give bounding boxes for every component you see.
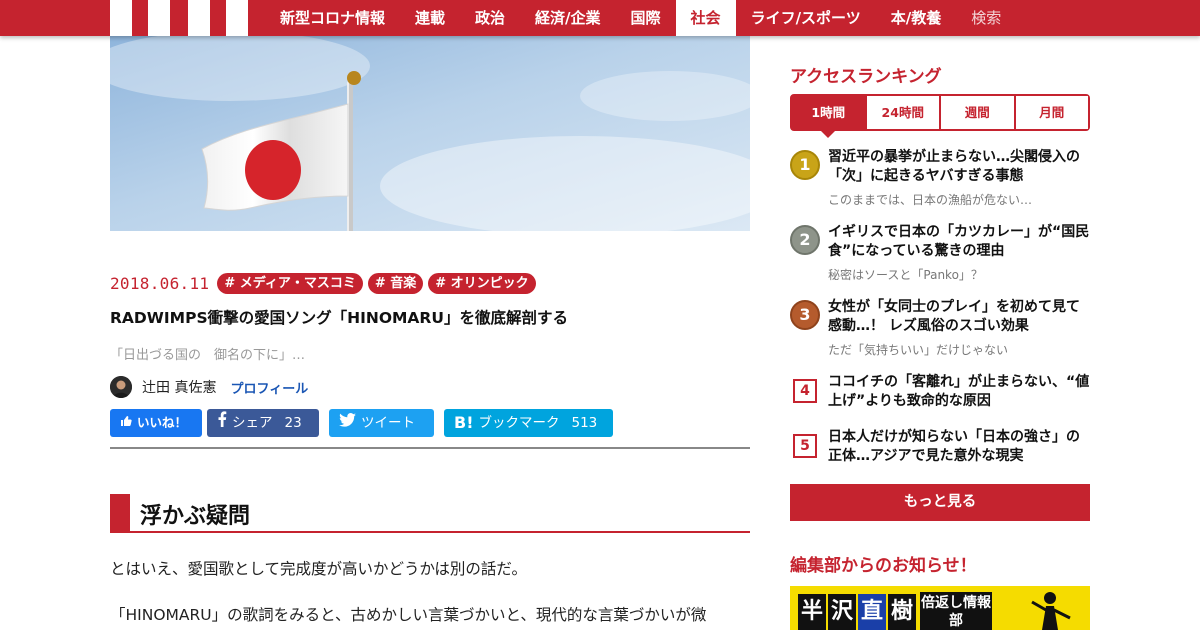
tag-olympics[interactable]: # オリンピック bbox=[428, 272, 536, 294]
nav-item-life-sports[interactable]: ライフ/スポーツ bbox=[736, 0, 876, 36]
tab-weekly[interactable]: 週間 bbox=[939, 96, 1014, 129]
rank-badge: 4 bbox=[793, 379, 817, 403]
ranking-title: アクセスランキング bbox=[790, 67, 942, 87]
share-buttons: いいね！ シェア 23 ツイート B! ブックマーク 513 bbox=[110, 409, 618, 437]
tag-media[interactable]: # メディア・マスコミ bbox=[217, 272, 363, 294]
ranking-item-title[interactable]: 日本人だけが知らない「日本の強さ」の正体…アジアで見た意外な現実 bbox=[828, 428, 1090, 466]
author-info: 辻田 真佐憲 プロフィール bbox=[110, 376, 308, 398]
ranking-tabs: 1時間 24時間 週間 月間 bbox=[790, 94, 1090, 138]
hatena-bookmark-count: 513 bbox=[571, 415, 598, 431]
japan-flag-illustration bbox=[110, 36, 750, 231]
ranking-item-subtitle: 秘密はソースと「Panko」？ bbox=[828, 268, 983, 282]
section-heading: 浮かぶ疑問 bbox=[110, 494, 750, 533]
ranking-item-title[interactable]: 女性が「女同士のプレイ」を初めて見て感動…！ レズ風俗のスゴい効果 bbox=[828, 298, 1090, 336]
avatar[interactable] bbox=[110, 376, 132, 398]
thumbs-up-icon bbox=[120, 409, 132, 437]
logo-stripe bbox=[110, 0, 132, 36]
hatena-bookmark-icon: B! bbox=[454, 413, 474, 432]
banner-char: 直 bbox=[858, 594, 886, 630]
twitter-share-label: ツイート bbox=[361, 415, 415, 431]
article-lead: 「日出づる国の 御名の下に」… bbox=[110, 348, 306, 363]
body-paragraph: 「HINOMARU」の歌詞をみると、古めかしい言葉づかいと、現代的な言葉づかいが… bbox=[110, 606, 707, 624]
profile-link[interactable]: プロフィール bbox=[230, 378, 308, 397]
banner-subtitle: 倍返し情報部 bbox=[920, 592, 992, 630]
facebook-share-count: 23 bbox=[284, 415, 302, 431]
global-nav: 新型コロナ情報 連載 政治 経済/企業 国際 社会 ライフ/スポーツ 本/教養 … bbox=[265, 0, 1016, 36]
hatena-bookmark-label: ブックマーク bbox=[478, 415, 560, 431]
body-paragraph: とはいえ、愛国歌として完成度が高いかどうかは別の話だ。 bbox=[110, 560, 527, 578]
banner-char: 樹 bbox=[888, 594, 916, 630]
article-title: RADWIMPS衝撃の愛国ソング「HINOMARU」を徹底解剖する bbox=[110, 309, 568, 327]
author-photo bbox=[110, 376, 132, 398]
rank-badge-bronze: 3 bbox=[790, 300, 820, 330]
twitter-share-button[interactable]: ツイート bbox=[329, 409, 434, 437]
see-more-button[interactable]: もっと見る bbox=[790, 484, 1090, 521]
article-meta: 2018.06.11 # メディア・マスコミ # 音楽 # オリンピック bbox=[110, 272, 750, 294]
nav-item-books[interactable]: 本/教養 bbox=[876, 0, 956, 36]
facebook-share-button[interactable]: シェア 23 bbox=[207, 409, 319, 437]
promo-banner[interactable]: 半 沢 直 樹 倍返し情報部 bbox=[790, 586, 1090, 630]
section-title: 浮かぶ疑問 bbox=[140, 504, 251, 529]
like-button[interactable]: いいね！ bbox=[110, 409, 202, 437]
nav-item-society[interactable]: 社会 bbox=[675, 0, 736, 36]
nav-item-international[interactable]: 国際 bbox=[616, 0, 676, 36]
rank-badge-silver: 2 bbox=[790, 225, 820, 255]
site-logo[interactable] bbox=[110, 0, 248, 36]
ranking-item-title[interactable]: 習近平の暴挙が止まらない…尖閣侵入の「次」に起きるヤバすぎる事態 bbox=[828, 148, 1090, 186]
facebook-icon bbox=[217, 409, 227, 437]
banner-title: 半 沢 直 樹 bbox=[798, 594, 918, 630]
notice-title: 編集部からのお知らせ！ bbox=[790, 556, 977, 576]
banner-illustration bbox=[1031, 592, 1071, 630]
banner-char: 半 bbox=[798, 594, 826, 630]
logo-stripe bbox=[188, 0, 210, 36]
tag-music[interactable]: # 音楽 bbox=[367, 272, 424, 294]
banner-char: 沢 bbox=[828, 594, 856, 630]
rank-badge: 5 bbox=[793, 434, 817, 458]
twitter-bird-icon bbox=[339, 409, 356, 437]
tab-monthly[interactable]: 月間 bbox=[1013, 96, 1088, 129]
hero-image bbox=[110, 36, 750, 231]
article-date: 2018.06.11 bbox=[110, 273, 210, 293]
ranking-item-title[interactable]: ココイチの「客離れ」が止まらない、“値上げ”よりも致命的な原因 bbox=[828, 373, 1090, 411]
nav-item-economy[interactable]: 経済/企業 bbox=[520, 0, 615, 36]
hatena-bookmark-button[interactable]: B! ブックマーク 513 bbox=[444, 409, 613, 437]
author-name[interactable]: 辻田 真佐憲 bbox=[142, 377, 216, 397]
site-header: 新型コロナ情報 連載 政治 経済/企業 国際 社会 ライフ/スポーツ 本/教養 … bbox=[0, 0, 1200, 36]
ranking-item-subtitle: このままでは、日本の漁船が危ない… bbox=[828, 193, 1033, 207]
logo-stripe bbox=[226, 0, 248, 36]
nav-item-corona[interactable]: 新型コロナ情報 bbox=[265, 0, 400, 36]
section-heading-bar bbox=[110, 494, 130, 531]
nav-item-search[interactable]: 検索 bbox=[956, 0, 1016, 36]
ranking-item-subtitle: ただ「気持ちいい」だけじゃない bbox=[828, 343, 1009, 357]
tab-1-hour[interactable]: 1時間 bbox=[792, 96, 865, 138]
rank-badge-gold: 1 bbox=[790, 150, 820, 180]
nav-item-politics[interactable]: 政治 bbox=[460, 0, 520, 36]
tab-24-hours[interactable]: 24時間 bbox=[864, 96, 939, 129]
facebook-share-label: シェア bbox=[232, 415, 273, 431]
like-label: いいね！ bbox=[137, 415, 188, 430]
logo-stripe bbox=[148, 0, 170, 36]
ranking-item-title[interactable]: イギリスで日本の「カツカレー」が“国民食”になっている驚きの理由 bbox=[828, 223, 1090, 261]
nav-item-serial[interactable]: 連載 bbox=[400, 0, 460, 36]
divider bbox=[110, 447, 750, 449]
